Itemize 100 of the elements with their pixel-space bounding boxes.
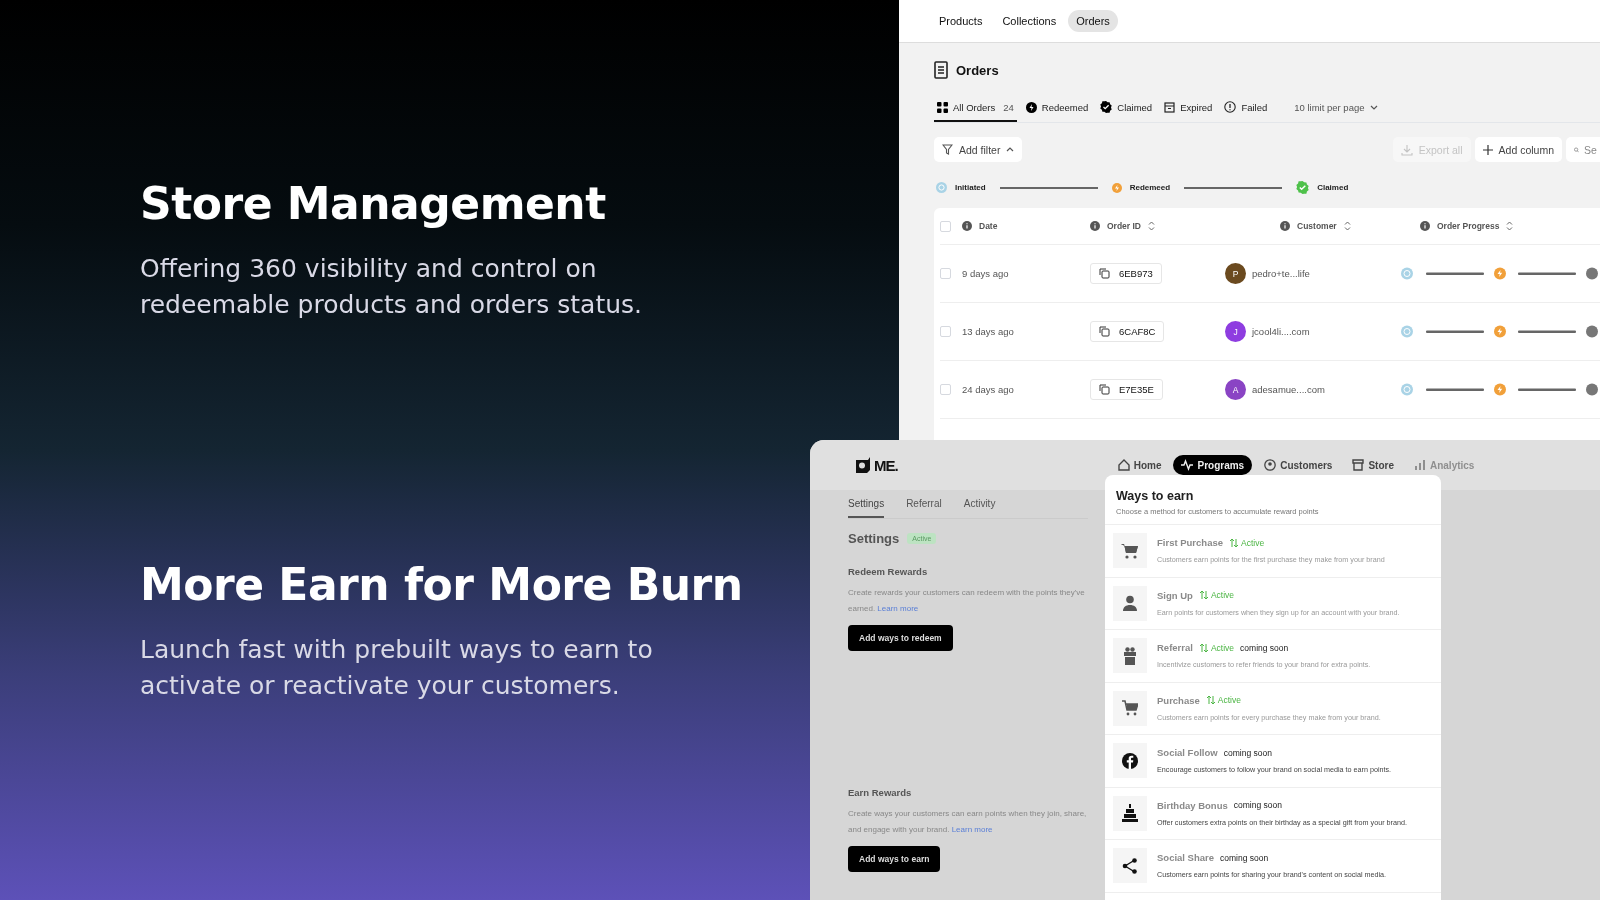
initiated-icon	[936, 182, 947, 193]
logo-text: ME.	[874, 456, 898, 474]
method-title: Referral	[1157, 642, 1193, 654]
checkbox[interactable]	[940, 384, 951, 395]
sort-icon[interactable]	[1343, 221, 1351, 231]
toggle-arrows-icon	[1229, 537, 1239, 548]
legend-label: Redemeed	[1129, 183, 1171, 192]
method-title: First Purchase	[1157, 537, 1223, 549]
order-id-chip[interactable]: 6CAF8C	[1090, 321, 1165, 342]
search-icon	[1574, 144, 1579, 155]
tab[interactable]: Settings	[848, 490, 885, 518]
method-title: Purchase	[1157, 694, 1200, 706]
nav-link[interactable]: Customers	[1256, 455, 1341, 475]
share-icon	[1122, 857, 1138, 874]
checkbox[interactable]	[940, 220, 951, 232]
cart-icon	[1121, 542, 1139, 559]
toggle-arrows-icon	[1198, 590, 1209, 601]
gift-icon	[1123, 646, 1137, 665]
copy-icon	[1099, 326, 1110, 337]
info-icon	[1090, 221, 1100, 231]
primary-button[interactable]: Add ways to redeem	[848, 625, 953, 651]
nav-link[interactable]: Store	[1344, 455, 1402, 475]
sort-icon[interactable]	[1148, 221, 1155, 231]
headline: More Earn for More Burn	[140, 559, 744, 610]
info-icon	[962, 221, 972, 231]
avatar: J	[1225, 321, 1246, 342]
toggle-arrows-icon	[1198, 642, 1209, 653]
date-cell-text: 13 days ago	[962, 326, 1015, 337]
user-circle-icon	[1264, 459, 1277, 471]
filter-icon	[942, 144, 953, 155]
pulse-icon	[1181, 459, 1194, 471]
bar-chart-icon	[1413, 459, 1426, 471]
section-title: Earn Rewards	[848, 787, 913, 798]
filter-tab[interactable]: Claimed	[1097, 97, 1156, 122]
page-size-dropdown[interactable]: 10 limit per page	[1288, 101, 1385, 118]
status-label: Active	[1241, 537, 1265, 548]
method-title: Birthday Bonus	[1157, 799, 1228, 811]
avatar: P	[1225, 263, 1246, 284]
store-icon	[1352, 459, 1365, 471]
coming-soon-label: coming soon	[1220, 852, 1269, 863]
page-title: Orders	[956, 62, 999, 78]
cart-icon	[1122, 700, 1138, 717]
nav-link[interactable]: Home	[1109, 455, 1170, 475]
customer-email: jcool4li....com	[1252, 326, 1310, 337]
column-header[interactable]: Date	[979, 221, 998, 231]
person-icon	[1123, 595, 1137, 612]
method-title: Sign Up	[1157, 589, 1193, 601]
checkbox[interactable]	[940, 268, 951, 279]
filter-tab[interactable]: Failed	[1221, 97, 1271, 122]
grid-icon	[937, 101, 948, 113]
column-header[interactable]: Customer	[1297, 221, 1337, 231]
cake-icon	[1122, 804, 1138, 823]
logo-mark-icon	[854, 457, 872, 473]
nav-tab[interactable]: Orders	[1068, 10, 1118, 32]
order-id-chip[interactable]: 6EB973	[1090, 263, 1162, 284]
column-header[interactable]: Order Progress	[1437, 221, 1500, 231]
tab[interactable]: Activity	[963, 490, 996, 518]
customer-email: adesamue....com	[1252, 384, 1325, 395]
archive-icon	[1164, 101, 1176, 113]
check-badge-icon	[1296, 181, 1310, 194]
method-title: Social Share	[1157, 852, 1215, 864]
facebook-icon	[1122, 752, 1138, 769]
avatar: A	[1225, 379, 1246, 400]
home-icon	[1117, 459, 1130, 471]
add-filter-button[interactable]: Add filter	[934, 137, 1023, 162]
date-cell-text: 24 days ago	[962, 384, 1015, 395]
order-id-chip[interactable]: E7E35E	[1090, 379, 1163, 400]
filter-tab[interactable]: All Orders 24	[934, 97, 1017, 122]
bolt-icon	[1025, 101, 1037, 113]
panel-title: Ways to earn	[1116, 489, 1195, 503]
status-label: Active	[1217, 695, 1241, 706]
filter-tab[interactable]: Expired	[1161, 97, 1216, 122]
primary-button[interactable]: Add ways to earn	[848, 846, 941, 872]
section-heading: Settings	[848, 531, 900, 546]
download-icon	[1400, 143, 1413, 156]
customer-email: pedro+te...life	[1252, 268, 1310, 279]
checkbox[interactable]	[940, 326, 951, 337]
filter-tab[interactable]: Redeemed	[1022, 97, 1092, 122]
tagline: Offering 360 visibility and control on redeemable products and orders status.	[140, 253, 644, 321]
legend-label: Initiated	[955, 183, 986, 192]
nav-tab[interactable]: Products	[931, 10, 991, 32]
status-label: Active	[1210, 590, 1235, 601]
column-header[interactable]: Order ID	[1107, 221, 1141, 231]
receipt-icon	[934, 61, 948, 79]
nav-link[interactable]: Programs	[1173, 455, 1253, 475]
sort-icon[interactable]	[1506, 221, 1514, 231]
date-cell-text: 9 days ago	[962, 268, 1010, 279]
add-column-button[interactable]: Add column	[1474, 137, 1562, 162]
headline: Store Management	[140, 178, 607, 229]
nav-tab[interactable]: Collections	[994, 10, 1065, 32]
status-label: Active	[1210, 642, 1235, 653]
tab[interactable]: Referral	[906, 490, 942, 518]
check-badge-icon	[1100, 101, 1113, 113]
toggle-arrows-icon	[1205, 695, 1216, 706]
copy-icon	[1099, 268, 1110, 279]
method-title: Social Follow	[1157, 747, 1218, 759]
info-icon	[1280, 221, 1290, 231]
section-title: Redeem Rewards	[848, 566, 929, 577]
coming-soon-label: coming soon	[1223, 747, 1272, 758]
bolt-icon	[1111, 182, 1122, 193]
